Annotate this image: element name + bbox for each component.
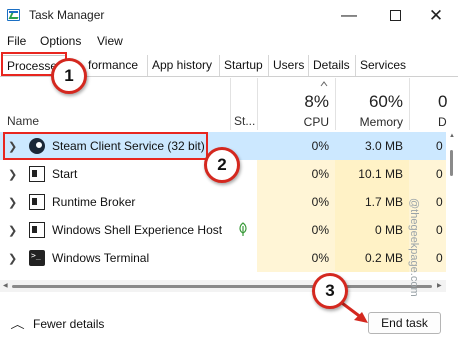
menu-options[interactable]: Options xyxy=(40,34,81,48)
column-disk-label: D xyxy=(438,115,447,129)
memory-cell: 1.7 MB xyxy=(335,188,409,216)
window-icon xyxy=(29,166,45,182)
tab-details[interactable]: Details xyxy=(309,55,356,76)
maximize-icon xyxy=(389,10,401,21)
footer: ︿ Fewer details End task xyxy=(0,296,458,345)
expand-chevron-icon[interactable]: ❯ xyxy=(8,168,17,181)
process-name: Runtime Broker xyxy=(52,195,136,209)
fewer-details-label: Fewer details xyxy=(33,317,105,331)
horizontal-scrollbar[interactable]: ◀ ▶ xyxy=(0,280,446,292)
disk-cell: 0 xyxy=(409,160,446,188)
tab-services[interactable]: Services xyxy=(356,55,410,76)
expand-chevron-icon[interactable]: ❯ xyxy=(8,224,17,237)
table-row[interactable]: ❯ Windows Terminal 0% 0.2 MB 0 xyxy=(0,244,446,272)
step-badge-1: 1 xyxy=(51,58,87,94)
steam-icon xyxy=(29,138,45,154)
tab-users[interactable]: Users xyxy=(269,55,309,76)
step-badge-2: 2 xyxy=(204,147,240,183)
suspended-leaf-icon xyxy=(239,222,247,236)
expand-chevron-icon[interactable]: ❯ xyxy=(8,252,17,265)
column-name-label: Name xyxy=(7,114,40,128)
chevron-up-icon: ︿ xyxy=(10,319,25,331)
fewer-details-link[interactable]: ︿ Fewer details xyxy=(10,316,105,332)
memory-cell: 0 MB xyxy=(335,216,409,244)
column-header-disk[interactable]: 0 D xyxy=(409,78,458,130)
column-header-name[interactable]: Name xyxy=(0,78,230,130)
cpu-cell: 0% xyxy=(257,160,335,188)
status-cell xyxy=(230,188,257,216)
window-title: Task Manager xyxy=(29,8,105,22)
process-name: Start xyxy=(52,167,78,181)
scroll-left-icon[interactable]: ◀ xyxy=(3,282,8,289)
expand-chevron-icon[interactable]: ❯ xyxy=(8,140,17,153)
menu-view[interactable]: View xyxy=(97,34,123,48)
vertical-scrollbar[interactable]: ▲ xyxy=(446,130,458,280)
end-task-button[interactable]: End task xyxy=(368,312,441,334)
column-memory-label: Memory xyxy=(359,115,403,129)
memory-total-percent: 60% xyxy=(368,92,403,111)
process-name: Steam Client Service (32 bit) xyxy=(52,139,205,153)
cpu-cell: 0% xyxy=(257,188,335,216)
task-manager-icon xyxy=(7,9,20,21)
minimize-button[interactable]: — xyxy=(338,5,360,27)
memory-cell: 10.1 MB xyxy=(335,160,409,188)
cpu-total-percent: 8% xyxy=(304,92,329,111)
column-header-status[interactable]: St... xyxy=(230,78,257,130)
close-button[interactable]: ✕ xyxy=(425,5,447,27)
status-cell xyxy=(230,244,257,272)
tab-startup[interactable]: Startup xyxy=(220,55,269,76)
horizontal-scroll-thumb[interactable] xyxy=(12,285,432,288)
column-status-label: St... xyxy=(234,114,256,128)
column-cpu-label: CPU xyxy=(303,115,329,129)
status-cell xyxy=(230,216,257,244)
maximize-button[interactable] xyxy=(384,5,406,27)
cpu-cell: 0% xyxy=(257,244,335,272)
cpu-cell: 0% xyxy=(257,216,335,244)
disk-cell: 0 xyxy=(409,132,446,160)
disk-total-percent: 0 xyxy=(438,92,448,111)
window-icon xyxy=(29,222,45,238)
process-name: Windows Shell Experience Host xyxy=(52,223,223,237)
table-row[interactable]: ❯ Windows Shell Experience Host 0% 0 MB … xyxy=(0,216,446,244)
cpu-cell: 0% xyxy=(257,132,335,160)
menu-file[interactable]: File xyxy=(7,34,26,48)
menu-bar: File Options View xyxy=(0,32,458,51)
process-name: Windows Terminal xyxy=(52,251,150,265)
title-bar: Task Manager — ✕ xyxy=(0,0,458,32)
column-header-memory[interactable]: 60% Memory xyxy=(335,78,409,130)
sort-caret-icon xyxy=(320,81,328,87)
tab-app-history[interactable]: App history xyxy=(148,55,220,76)
expand-chevron-icon[interactable]: ❯ xyxy=(8,196,17,209)
memory-cell: 0.2 MB xyxy=(335,244,409,272)
step-badge-3: 3 xyxy=(312,273,348,309)
watermark: @thegeekpage.com xyxy=(408,198,420,297)
scroll-up-icon[interactable]: ▲ xyxy=(449,133,455,139)
window-icon xyxy=(29,194,45,210)
terminal-icon xyxy=(29,250,45,266)
vertical-scroll-thumb[interactable] xyxy=(450,150,453,176)
table-row[interactable]: ❯ Runtime Broker 0% 1.7 MB 0 xyxy=(0,188,446,216)
scroll-right-icon[interactable]: ▶ xyxy=(437,282,442,289)
memory-cell: 3.0 MB xyxy=(335,132,409,160)
